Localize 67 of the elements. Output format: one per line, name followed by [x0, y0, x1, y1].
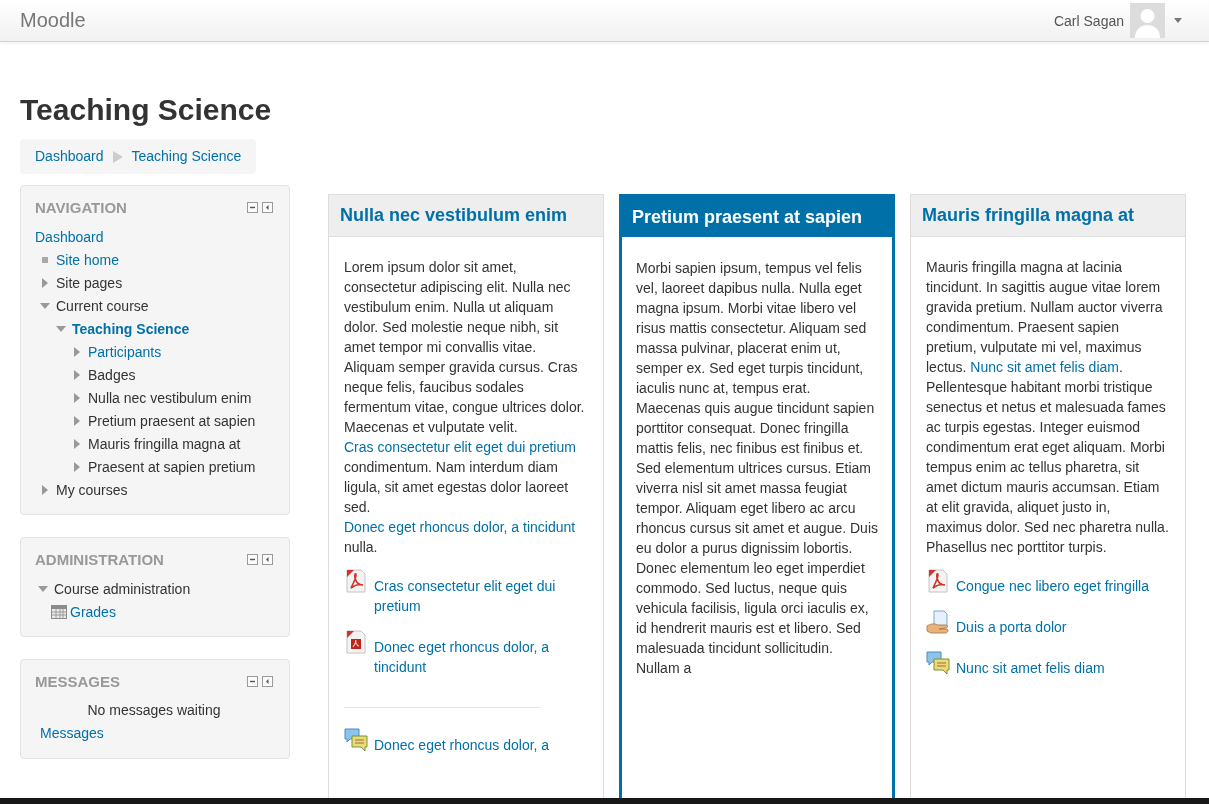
triangle-icon[interactable]	[74, 346, 80, 357]
triangle-icon[interactable]	[74, 438, 80, 449]
triangle-icon[interactable]	[40, 302, 50, 309]
triangle-icon[interactable]	[74, 415, 80, 426]
activity-link[interactable]: Donec eget rhoncus dolor, a tincidunt	[374, 637, 588, 677]
document-icon	[344, 630, 368, 654]
table-icon	[51, 604, 67, 619]
triangle-icon[interactable]	[42, 484, 48, 495]
section-text: Lorem ipsum dolor sit amet, consectetur adipiscing elit. Nulla nec vestibulum enim. Nulla ut aliquam dolor. Sed molestie neque nibh, sit amet tempor mi convallis vitae. Aliquam semper gravida cursus. Cras neque felis, faucibus sodales fermentum vitae, congue ultrices dolor. Maecenas et vulputate velit. Cras consectetur elit eget dui pretium condimentum. Nam interdum diam ligula, sit amet egestas dolor laoreet sed. Donec eget rhoncus dolor, a tincidunt nulla.	[344, 258, 586, 557]
tree-item[interactable]: Praesent at sapien pretium	[88, 458, 256, 475]
text-link[interactable]: Donec eget rhoncus dolor, a tincidunt	[344, 519, 576, 535]
text-link[interactable]: Cras consectetur elit eget dui pretium	[344, 439, 576, 455]
activity-link[interactable]: Duis a porta dolor	[956, 617, 1067, 637]
tree-item[interactable]: Site home	[56, 251, 120, 268]
tree-item[interactable]: Badges	[88, 366, 136, 383]
avatar-icon[interactable]	[1130, 3, 1165, 38]
activity-link[interactable]: Donec eget rhoncus dolor, a	[374, 735, 550, 755]
activity-link[interactable]: Congue nec libero eget fringilla	[956, 576, 1149, 596]
triangle-icon[interactable]	[42, 277, 48, 288]
speech-bubbles-icon	[926, 651, 950, 675]
tree-item[interactable]: Mauris fringilla magna at	[88, 435, 241, 452]
breadcrumb-link[interactable]: Teaching Science	[131, 147, 242, 166]
left-caret-box-icon[interactable]	[262, 675, 273, 687]
section-title[interactable]: Nulla nec vestibulum enim	[340, 205, 568, 226]
block-title: NAVIGATION	[35, 198, 127, 216]
triangle-icon[interactable]	[74, 369, 80, 380]
page-title: Teaching Science	[20, 92, 272, 128]
messages-status: No messages waiting	[86, 701, 222, 720]
pdf-file-icon	[926, 569, 950, 593]
caret-icon[interactable]	[1174, 18, 1182, 23]
minus-box-icon[interactable]	[247, 675, 258, 687]
user-name[interactable]: Carl Sagan	[1053, 12, 1124, 29]
text-link[interactable]: Nunc sit amet felis diam	[970, 359, 1119, 375]
messages-link[interactable]: Messages	[40, 722, 104, 745]
breadcrumb-separator-icon	[112, 150, 123, 163]
pdf-file-icon	[344, 569, 368, 593]
tree-item[interactable]: Site pages	[56, 274, 123, 291]
tree-item[interactable]: Dashboard	[35, 228, 104, 245]
triangle-icon[interactable]	[56, 325, 66, 332]
tree-item[interactable]: Course administration	[54, 580, 191, 597]
activity-link[interactable]: Nunc sit amet felis diam	[956, 658, 1105, 678]
breadcrumb-link[interactable]: Dashboard	[35, 147, 104, 166]
triangle-icon[interactable]	[74, 461, 80, 472]
brand-link[interactable]: Moodle	[20, 9, 86, 32]
tree-item[interactable]: Current course	[56, 297, 149, 314]
triangle-icon[interactable]	[38, 585, 48, 592]
section-text: Mauris fringilla magna at lacinia tincidunt. In sagittis augue vitae lorem gravida pretium. Nullam auctor viverra condimentum. Praesent sapien pretium, vulputate mi vel, maximus lectus. Nunc sit amet felis diam. Pellentesque habitant morbi tristique senectus et netus et malesuada fames ac turpis egestas. Integer euismod condimentum erat eget aliquam. Morbi tempus enim ac tellus pharetra, sit amet dictum mauris accumsan. Etiam at elit gravida, aliquet justo in, maximus dolor. Sed nec pharetra nulla. Phasellus nec porttitor turpis.	[926, 258, 1170, 557]
tree-item[interactable]: Teaching Science	[72, 320, 190, 337]
section-title[interactable]: Pretium praesent at sapien	[632, 206, 863, 228]
activity-link[interactable]: Cras consectetur elit eget dui pretium	[374, 576, 588, 616]
left-caret-box-icon[interactable]	[262, 553, 273, 565]
minus-box-icon[interactable]	[247, 201, 258, 213]
tree-item[interactable]: Participants	[88, 343, 162, 360]
block-title: MESSAGES	[35, 672, 121, 690]
left-caret-box-icon[interactable]	[262, 201, 273, 213]
document-hand-icon	[926, 610, 950, 634]
block-title: ADMINISTRATION	[35, 550, 164, 568]
minus-box-icon[interactable]	[247, 553, 258, 565]
tree-item[interactable]: Grades	[70, 603, 116, 620]
triangle-icon[interactable]	[74, 392, 80, 403]
tree-item[interactable]: Pretium praesent at sapien	[88, 412, 256, 429]
square-bullet-icon	[42, 256, 48, 263]
tree-item[interactable]: Nulla nec vestibulum enim	[88, 389, 252, 406]
section-title[interactable]: Mauris fringilla magna at	[922, 205, 1135, 226]
tree-item[interactable]: My courses	[56, 481, 128, 498]
speech-bubbles-icon	[344, 728, 368, 752]
section-text: Morbi sapien ipsum, tempus vel felis vel, laoreet dapibus nulla. Nulla eget magna ipsum. Morbi vitae libero vel risus mattis consectetur. Aliquam sed massa pulvinar, placerat enim ut, semper ex. Sed eget turpis tincidunt, iaculis nunc at, tempus erat. Maecenas quis augue tincidunt sapien porttitor consequat. Donec fringilla mattis felis, nec finibus est finibus et. Sed elementum ultrices cursus. Etiam viverra nisl sit amet massa feugiat tempor. Aliquam eget libero ac arcu rhoncus cursus sit amet et augue. Duis eu dolor a purus dignissim lobortis. Donec elementum leo eget imperdiet commodo. Sed luctus, neque quis vehicula facilisis, ligula orci iaculis ex, id hendrerit mauris est et libero. Sed malesuada tincidunt sollicitudin. Nullam a	[636, 259, 878, 678]
